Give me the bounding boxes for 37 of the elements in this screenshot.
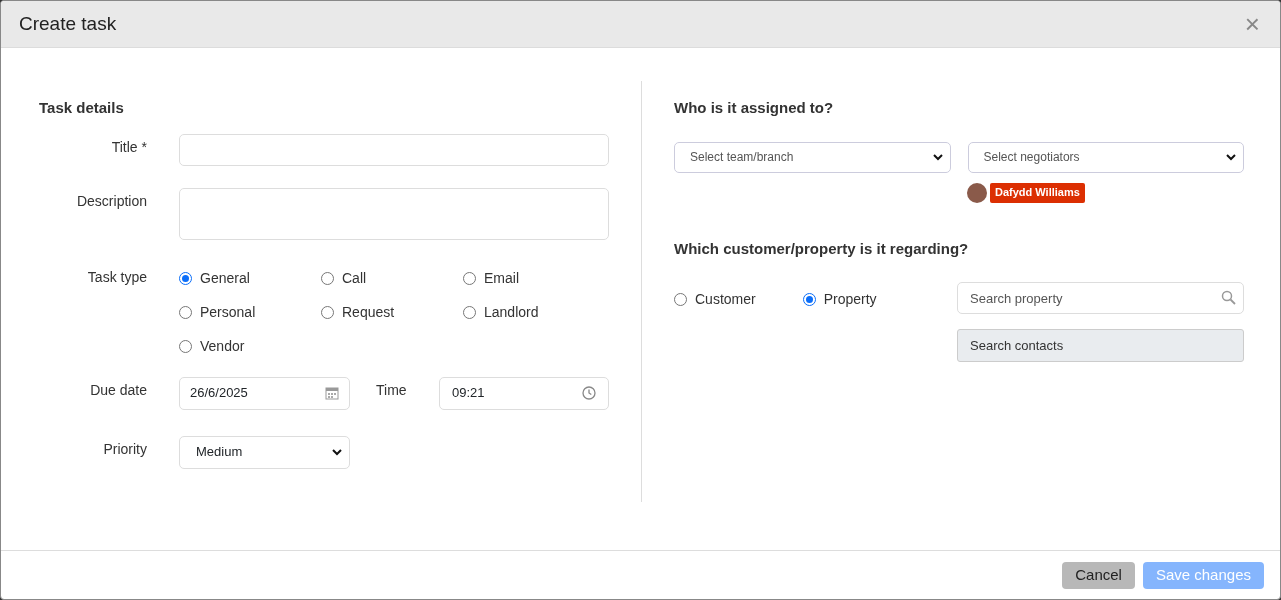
field-label: Due date — [90, 381, 147, 398]
radio-label[interactable]: Customer — [695, 289, 756, 310]
clock-icon — [582, 386, 596, 400]
radio-label[interactable]: Personal — [200, 301, 256, 323]
field-label: Description — [76, 192, 147, 209]
negotiator-tag[interactable]: Dafydd Williams — [990, 182, 1085, 203]
field-label: Task type — [87, 268, 147, 285]
search-icon — [1221, 290, 1236, 305]
radio-label[interactable]: Request — [342, 301, 395, 323]
description-input[interactable] — [179, 187, 609, 240]
time-field[interactable]: 09:21 — [439, 376, 609, 410]
radio-label[interactable]: Call — [342, 267, 367, 289]
due-date-field[interactable]: 26/6/2025 — [179, 376, 350, 410]
field-label: Time — [376, 381, 407, 398]
cancel-button[interactable]: Cancel — [1062, 561, 1135, 589]
section-heading: Task details — [39, 98, 125, 118]
section-heading: Which customer/property is it regarding? — [674, 238, 970, 259]
radio-label[interactable]: General — [200, 267, 250, 289]
calendar-icon — [325, 386, 339, 400]
chevron-icon — [931, 151, 944, 163]
field-label: Title * — [111, 138, 147, 155]
dropdown-select[interactable]: Select negotiators — [967, 141, 1244, 173]
title-input[interactable] — [179, 133, 609, 166]
radio-label[interactable]: Landlord — [484, 301, 539, 323]
dropdown-select[interactable]: Select team/branch — [674, 141, 951, 173]
dialog-title: Create task — [19, 11, 117, 36]
chevron-icon — [331, 446, 343, 458]
section-heading: Who is it assigned to? — [674, 98, 835, 118]
search-contacts-button[interactable]: Search contacts — [957, 329, 1244, 362]
field-label: Priority — [103, 440, 147, 457]
radio-label[interactable]: Vendor — [200, 335, 245, 357]
priority-select[interactable]: Medium — [179, 435, 350, 469]
chevron-icon — [1225, 151, 1237, 163]
radio-label[interactable]: Property — [823, 289, 877, 310]
radio-label[interactable]: Email — [484, 267, 519, 289]
avatar — [967, 182, 987, 203]
search-field[interactable]: Search property — [957, 282, 1244, 314]
